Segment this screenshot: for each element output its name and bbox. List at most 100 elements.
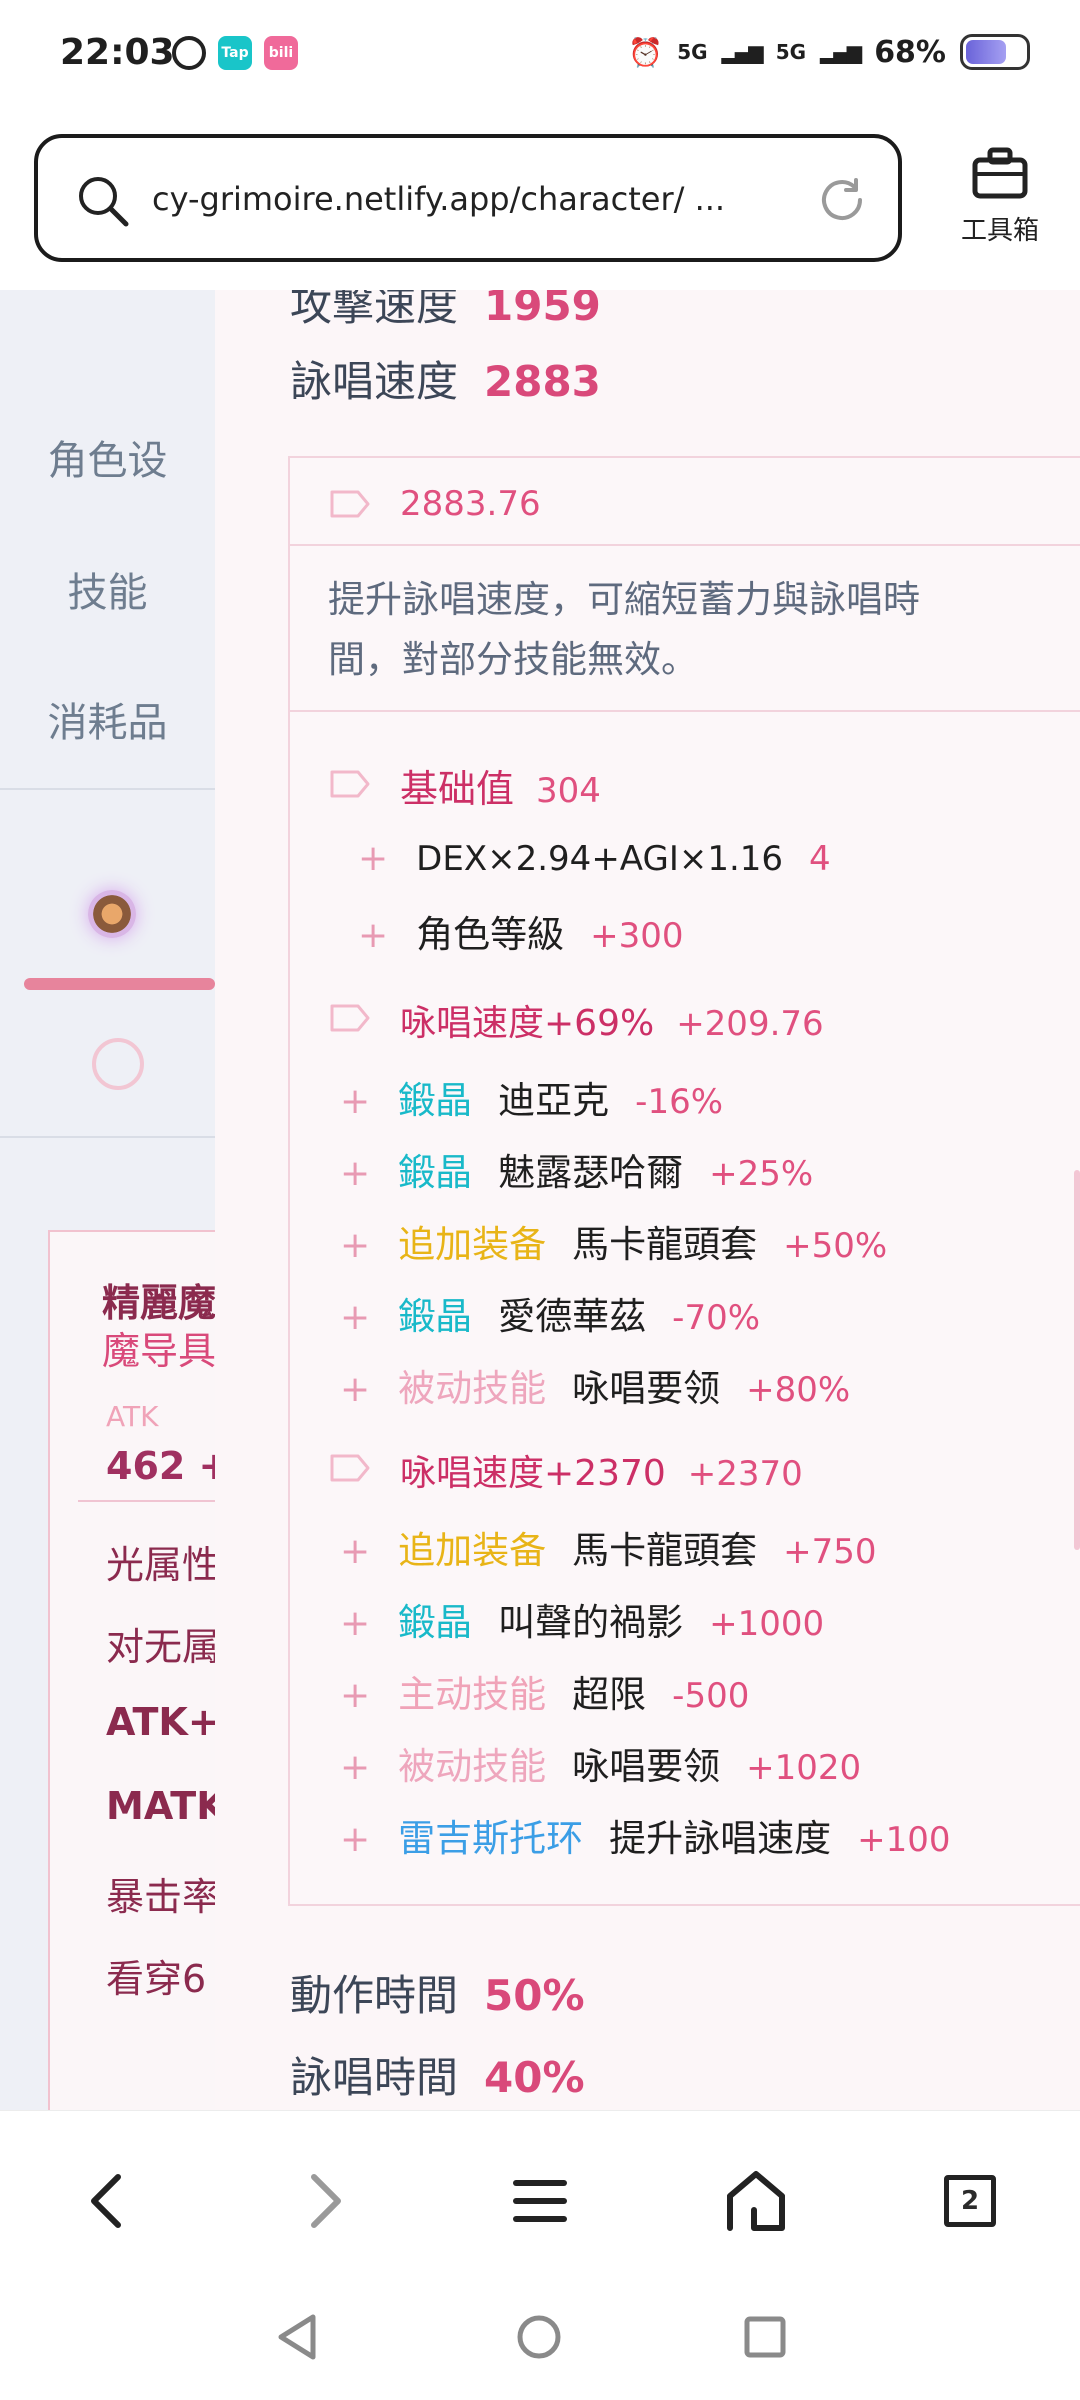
breakdown-line: + 追加装备 馬卡龍頭套 +750 [340, 1529, 877, 1572]
divider [290, 544, 1080, 546]
tag-icon [330, 770, 370, 798]
tabs-icon: 2 [944, 2175, 996, 2227]
system-recents-button[interactable] [730, 2302, 800, 2372]
stat-attack-speed: 攻撃速度 1959 [290, 290, 601, 330]
menu-icon [513, 2180, 567, 2222]
breakdown-total: 2883.76 [400, 484, 541, 524]
circle-home-icon [517, 2315, 561, 2359]
sidebar-item-consumables[interactable]: 消耗品 [0, 690, 215, 748]
active-indicator [24, 978, 215, 990]
reload-icon[interactable] [816, 174, 868, 230]
forward-button[interactable] [286, 2161, 366, 2241]
plus-icon: + [340, 1225, 371, 1266]
plus-icon: + [340, 1747, 371, 1788]
stat-cast-speed[interactable]: 詠唱速度 2883 [290, 348, 601, 409]
divider [0, 788, 215, 790]
stat-action-time[interactable]: 動作時間 50% [290, 1962, 585, 2023]
group-header-flat: 咏唱速度+2370 +2370 [400, 1453, 803, 1494]
atk-label: ATK [106, 1400, 159, 1433]
card-stat: 对无属 [106, 1625, 221, 1669]
group-header-percent: 咏唱速度+69% +209.76 [400, 1003, 824, 1044]
breakdown-line: + 雷吉斯托环 提升詠唱速度 +100 [340, 1817, 951, 1860]
notification-icon [172, 36, 206, 70]
stat-detail-panel: 攻撃速度 1959 詠唱速度 2883 2883.76 提升詠唱速度，可縮短蓄力… [215, 290, 1080, 2110]
breakdown-line: + 主动技能 超限 -500 [340, 1673, 750, 1716]
system-home-button[interactable] [504, 2302, 574, 2372]
home-icon [727, 2171, 785, 2231]
tag-icon [330, 1454, 370, 1482]
breakdown-line: + 角色等級 +300 [358, 913, 684, 956]
divider [0, 1136, 215, 1138]
card-stat: 暴击率 [106, 1875, 221, 1919]
scrollbar[interactable] [1074, 1170, 1080, 1550]
plus-icon: + [340, 1603, 371, 1644]
sidebar-item-skills[interactable]: 技能 [0, 560, 215, 618]
status-bar: 22:03 Tap bili ⏰ 5G ▂▄▆ 5G ▂▄▆ 68% [0, 0, 1080, 110]
breakdown-line: + 鍛晶 迪亞克 -16% [340, 1079, 724, 1122]
battery-percent: 68% [874, 34, 946, 70]
browser-bottom-nav: 2 [0, 2110, 1080, 2281]
plus-icon: + [340, 1153, 371, 1194]
stat-cast-time[interactable]: 詠唱時間 40% [290, 2044, 585, 2105]
chevron-right-icon [311, 2174, 341, 2228]
triangle-back-icon [278, 2314, 316, 2360]
plus-icon: + [340, 1819, 371, 1860]
clock: 22:03 [60, 32, 175, 73]
sidebar-item-character[interactable]: 角色设 [0, 428, 215, 486]
breakdown-line: + 追加装备 馬卡龍頭套 +50% [340, 1223, 888, 1266]
card-stat: ATK+ [106, 1700, 220, 1744]
toolbox-button[interactable]: 工具箱 [940, 146, 1060, 247]
plus-icon: + [340, 1297, 371, 1338]
bili-app-icon: bili [264, 36, 298, 70]
signal-bars-icon: ▂▄▆ [721, 40, 764, 64]
breakdown-line: + 鍛晶 魅露瑟哈爾 +25% [340, 1151, 814, 1194]
breakdown-line: + 被动技能 咏唱要领 +1020 [340, 1745, 862, 1788]
search-icon [76, 174, 130, 232]
back-button[interactable] [66, 2161, 146, 2241]
tag-icon [330, 1004, 370, 1032]
plus-icon: + [358, 915, 389, 956]
home-button[interactable] [716, 2161, 796, 2241]
toolbox-icon [971, 147, 1029, 204]
card-stat: 光属性 [106, 1543, 221, 1587]
card-stat: MATK [106, 1784, 226, 1828]
divider [290, 710, 1080, 712]
equipment-card[interactable]: 精麗魔 魔导具 ATK 462 + 光属性 对无属 ATK+ MATK 暴击率 … [48, 1230, 238, 2110]
description: 提升詠唱速度，可縮短蓄力與詠唱時 間，對部分技能無效。 [328, 578, 920, 681]
menu-button[interactable] [500, 2161, 580, 2241]
tap-app-icon: Tap [218, 36, 252, 70]
tag-icon [330, 490, 370, 518]
battery-icon [960, 34, 1030, 70]
card-subtitle: 魔导具 [102, 1329, 217, 1373]
url-text[interactable]: cy-grimoire.netlify.app/character/ ... [152, 180, 725, 218]
plus-icon: + [340, 1369, 371, 1410]
breakdown-line: + 鍛晶 叫聲的禍影 +1000 [340, 1601, 825, 1644]
chevron-left-icon [91, 2174, 121, 2228]
cast-speed-breakdown: 2883.76 提升詠唱速度，可縮短蓄力與詠唱時 間，對部分技能無效。 基础值 … [288, 456, 1080, 1906]
alarm-icon: ⏰ [628, 35, 664, 69]
web-content: 角色设 技能 消耗品 精麗魔 魔导具 ATK 462 + 光属性 对无属 ATK… [0, 290, 1080, 2110]
signal-bars-icon-2: ▂▄▆ [820, 40, 862, 64]
toolbox-label: 工具箱 [960, 216, 1039, 246]
signal-5g-1: 5G [677, 40, 708, 64]
card-stat: 看穿6 [106, 1957, 207, 2001]
browser-toolbar: cy-grimoire.netlify.app/character/ ... 工… [0, 110, 1080, 290]
plus-icon: + [340, 1675, 371, 1716]
divider [78, 1500, 238, 1502]
address-bar[interactable]: cy-grimoire.netlify.app/character/ ... [34, 134, 902, 262]
system-nav-bar [0, 2280, 1080, 2400]
card-title: 精麗魔 [102, 1281, 217, 1325]
breakdown-line: + 鍛晶 愛德華茲 -70% [340, 1295, 761, 1338]
plus-icon: + [340, 1081, 371, 1122]
plus-icon: + [340, 1531, 371, 1572]
system-back-button[interactable] [262, 2302, 332, 2372]
tabs-count: 2 [960, 2186, 980, 2216]
signal-5g-2: 5G [775, 40, 807, 64]
plus-icon: + [358, 838, 389, 879]
group-header-base: 基础值 304 [400, 767, 601, 811]
unselected-avatar-icon[interactable] [92, 1038, 144, 1090]
breakdown-line: + DEX×2.94+AGI×1.16 4 [358, 838, 831, 879]
avatar-icon[interactable] [88, 890, 136, 938]
tabs-button[interactable]: 2 [930, 2161, 1010, 2241]
square-recents-icon [744, 2316, 786, 2358]
